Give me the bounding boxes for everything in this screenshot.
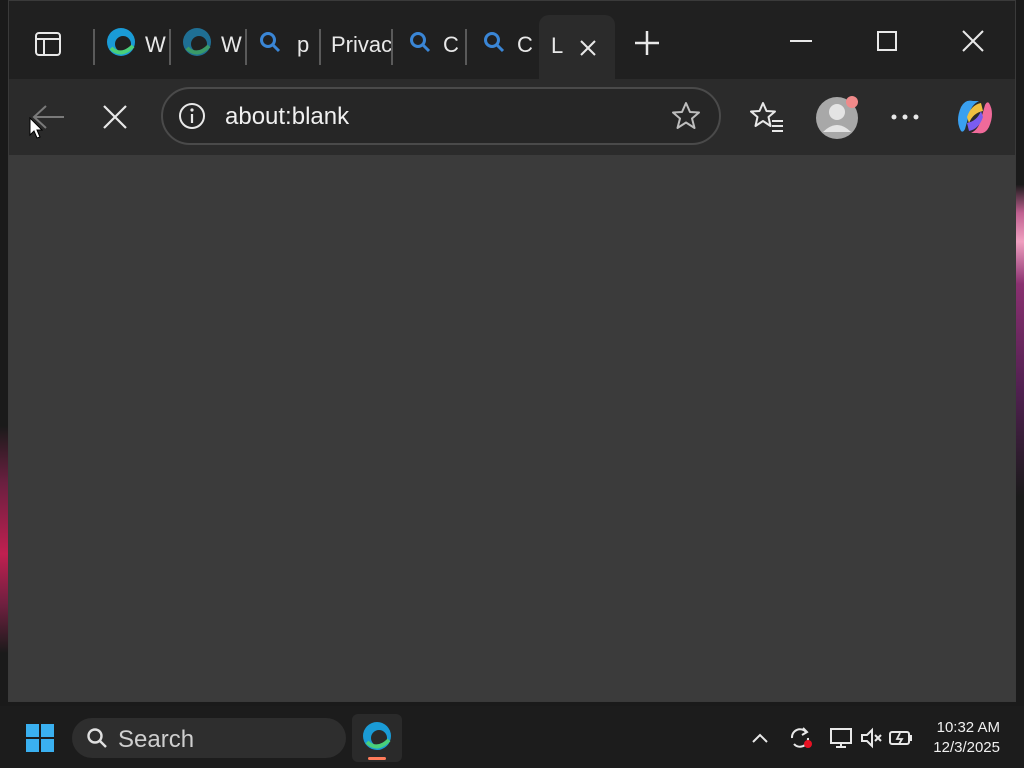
profile-avatar-icon[interactable] bbox=[813, 93, 861, 141]
active-indicator bbox=[368, 757, 386, 760]
page-content[interactable] bbox=[9, 155, 1015, 701]
search-icon bbox=[409, 31, 431, 59]
edge-icon bbox=[181, 26, 213, 64]
tab-4[interactable]: Privac bbox=[331, 23, 391, 67]
tab-label: p bbox=[297, 32, 310, 57]
search-icon bbox=[483, 31, 505, 59]
close-tab-icon[interactable] bbox=[575, 35, 601, 61]
tab-separator bbox=[319, 29, 321, 65]
edge-icon bbox=[361, 720, 393, 752]
new-tab-icon[interactable] bbox=[631, 27, 663, 59]
tab-6[interactable]: C bbox=[483, 23, 539, 67]
taskbar-search-label: Search bbox=[118, 726, 195, 753]
chevron-up-icon[interactable] bbox=[746, 726, 774, 750]
minimize-icon[interactable] bbox=[783, 25, 819, 57]
tab-label: C bbox=[517, 32, 533, 57]
info-icon[interactable] bbox=[177, 101, 207, 131]
tab-active[interactable]: L bbox=[539, 15, 615, 79]
sync-icon[interactable] bbox=[786, 724, 816, 752]
tab-label: C bbox=[443, 32, 459, 57]
tab-actions-icon[interactable] bbox=[33, 29, 63, 59]
toolbar: about:blank bbox=[9, 79, 1015, 155]
tab-2[interactable]: W bbox=[181, 23, 245, 67]
tab-separator bbox=[169, 29, 171, 65]
taskbar-edge-button[interactable] bbox=[352, 714, 402, 762]
tab-separator bbox=[391, 29, 393, 65]
browser-window: W W p Privac C C L about:blank bbox=[8, 0, 1016, 702]
desktop-wallpaper-left bbox=[0, 0, 8, 710]
mouse-cursor-icon bbox=[29, 116, 44, 144]
favorite-star-icon[interactable] bbox=[669, 99, 703, 133]
tab-label: W bbox=[145, 32, 166, 57]
favorites-icon[interactable] bbox=[747, 97, 787, 137]
tab-label: W bbox=[221, 32, 242, 57]
taskbar: Search 10:32 AM 12/3/2025 bbox=[0, 706, 1024, 768]
address-bar[interactable]: about:blank bbox=[161, 87, 721, 145]
windows-start-icon[interactable] bbox=[22, 720, 58, 756]
volume-muted-icon[interactable] bbox=[858, 724, 886, 752]
search-icon bbox=[86, 727, 108, 749]
search-icon bbox=[259, 31, 281, 59]
tab-3[interactable]: p bbox=[259, 23, 319, 67]
tab-label: Privac bbox=[331, 32, 391, 57]
address-url: about:blank bbox=[225, 103, 350, 130]
title-bar: W W p Privac C C L bbox=[9, 1, 1015, 79]
stop-loading-icon[interactable] bbox=[97, 99, 133, 135]
display-icon[interactable] bbox=[826, 724, 856, 752]
system-clock[interactable]: 10:32 AM 12/3/2025 bbox=[933, 718, 1000, 758]
tab-5[interactable]: C bbox=[409, 23, 465, 67]
battery-icon[interactable] bbox=[886, 724, 916, 752]
more-options-icon[interactable] bbox=[885, 101, 925, 133]
copilot-icon[interactable] bbox=[951, 95, 999, 139]
edge-icon bbox=[105, 26, 137, 64]
clock-time: 10:32 AM bbox=[936, 719, 1000, 736]
maximize-icon[interactable] bbox=[869, 25, 905, 57]
taskbar-search[interactable]: Search bbox=[72, 718, 346, 758]
tab-label: L bbox=[551, 33, 564, 58]
clock-date: 12/3/2025 bbox=[933, 739, 1000, 756]
tab-separator bbox=[245, 29, 247, 65]
tab-1[interactable]: W bbox=[105, 23, 169, 67]
tab-separator bbox=[465, 29, 467, 65]
close-window-icon[interactable] bbox=[955, 25, 991, 57]
tab-separator bbox=[93, 29, 95, 65]
